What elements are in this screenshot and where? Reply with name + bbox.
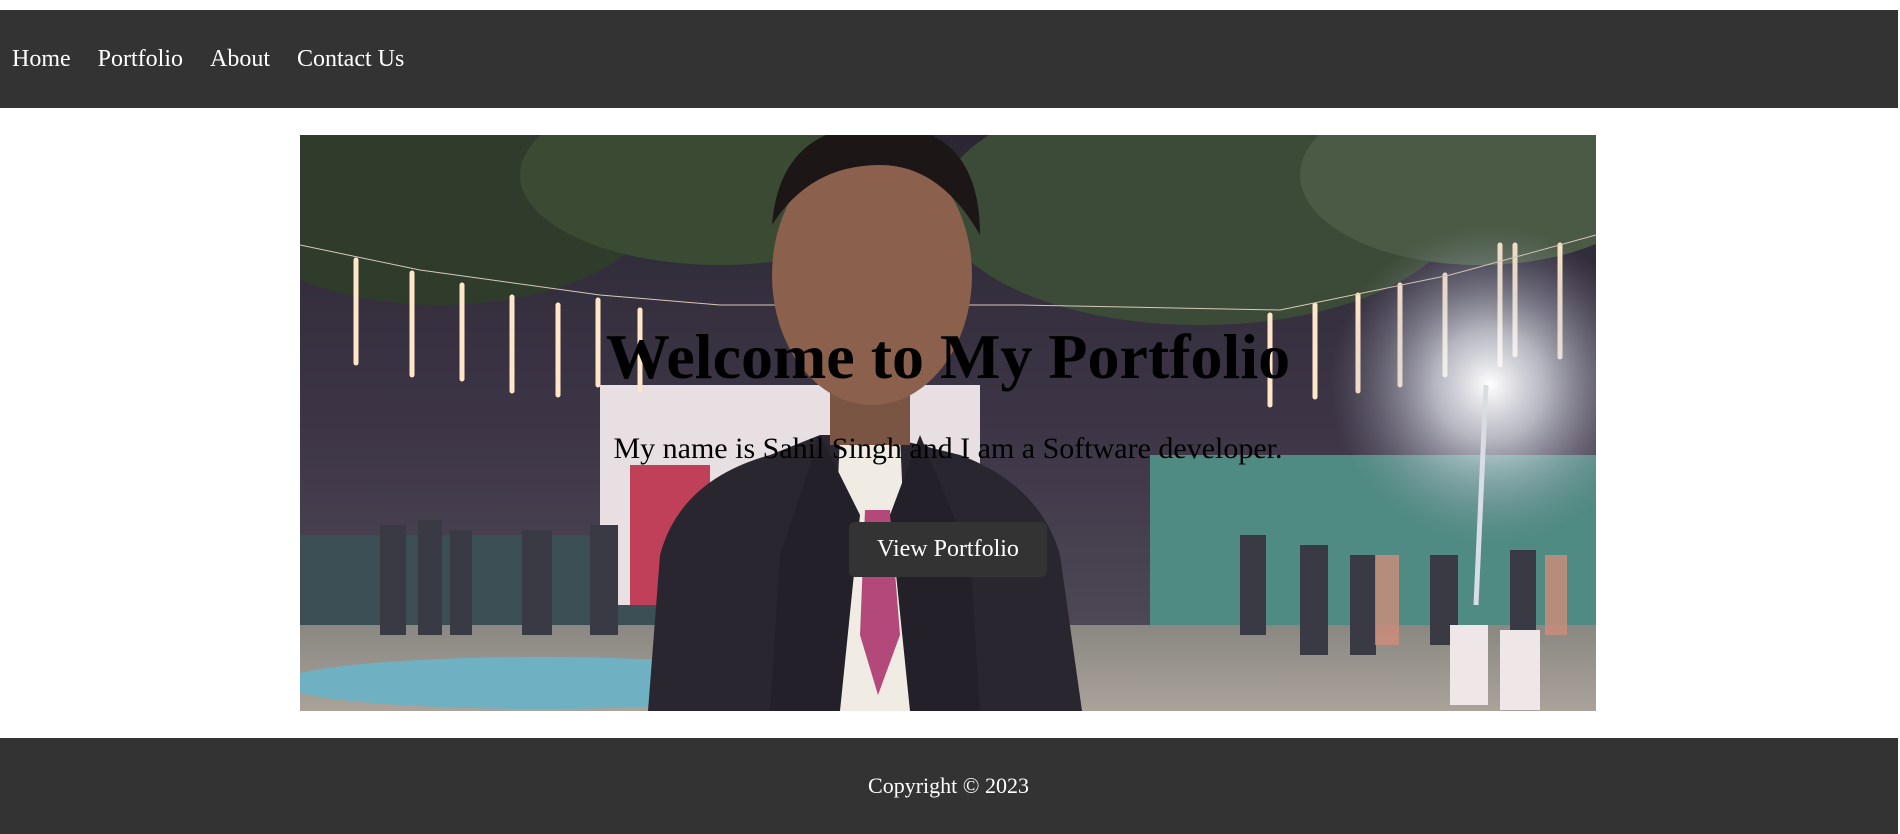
nav-link-about[interactable]: About <box>210 46 270 73</box>
nav-link-home[interactable]: Home <box>12 46 71 73</box>
page-footer: Copyright © 2023 <box>0 738 1898 834</box>
hero-section: Welcome to My Portfolio My name is Sahil… <box>300 135 1596 711</box>
hero-subtitle: My name is Sahil Singh and I am a Softwa… <box>613 432 1283 465</box>
top-navbar: Home Portfolio About Contact Us <box>0 10 1898 108</box>
nav-link-portfolio[interactable]: Portfolio <box>98 46 183 73</box>
view-portfolio-button[interactable]: View Portfolio <box>849 522 1047 577</box>
copyright-text: Copyright © 2023 <box>868 773 1029 798</box>
hero-title: Welcome to My Portfolio <box>605 321 1291 392</box>
hero-content: Welcome to My Portfolio My name is Sahil… <box>300 135 1596 711</box>
nav-link-contact-us[interactable]: Contact Us <box>297 46 404 73</box>
